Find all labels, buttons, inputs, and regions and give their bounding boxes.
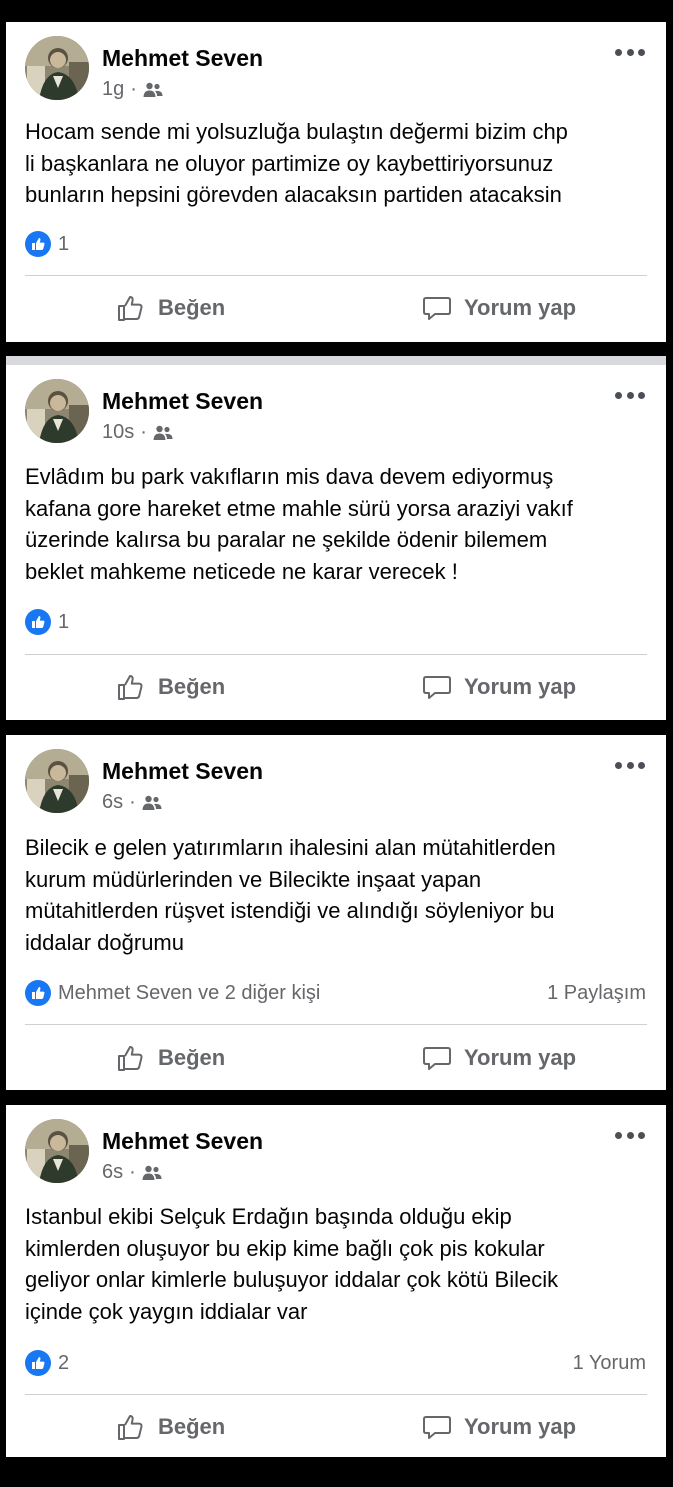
post-text: Hocam sende mi yolsuzluğa bulaştın değer… (25, 119, 568, 207)
more-options-icon[interactable] (615, 46, 645, 58)
reaction-count: 2 (58, 1351, 70, 1374)
like-button[interactable]: Beğen (116, 1036, 225, 1080)
comment-icon (423, 1416, 451, 1439)
post-meta: 6s · (102, 791, 162, 814)
post-header: Mehmet Seven 10s · (25, 379, 645, 445)
friends-icon (143, 82, 163, 97)
meta-separator: · (129, 1161, 136, 1183)
comment-label: Yorum yap (464, 295, 577, 320)
reactions-row: Mehmet Seven ve 2 diğer kişi 1 Paylaşım (25, 980, 646, 1006)
post-meta: 10s · (102, 421, 173, 444)
post-card: Mehmet Seven 6s · Bilecik e gelen yatırı… (6, 735, 666, 1090)
like-label: Beğen (158, 1414, 226, 1439)
reaction-summary[interactable]: Mehmet Seven ve 2 diğer kişi (25, 980, 320, 1006)
post-card: Mehmet Seven 1g · Hocam sende mi yolsuzl… (6, 22, 666, 342)
post-actions: Beğen Yorum yap (6, 286, 666, 330)
like-label: Beğen (158, 674, 226, 699)
comment-button[interactable]: Yorum yap (422, 1405, 576, 1449)
like-button[interactable]: Beğen (116, 1405, 225, 1449)
comment-button[interactable]: Yorum yap (422, 286, 576, 330)
reaction-summary[interactable]: 2 (25, 1350, 69, 1376)
reactions-row: 1 (25, 231, 646, 257)
post-time[interactable]: 6s (102, 791, 123, 814)
comment-button[interactable]: Yorum yap (422, 665, 576, 709)
reaction-count: 1 (58, 610, 70, 633)
reaction-right-text[interactable]: 1 Yorum (573, 1352, 646, 1375)
friends-icon (153, 425, 173, 440)
comment-button[interactable]: Yorum yap (422, 1036, 576, 1080)
post-time[interactable]: 6s (102, 1161, 123, 1184)
reactions-row: 2 1 Yorum (25, 1350, 646, 1376)
more-options-icon[interactable] (615, 1129, 645, 1141)
divider (25, 654, 647, 655)
post-time[interactable]: 1g (102, 78, 124, 101)
reaction-summary[interactable]: 1 (25, 609, 69, 635)
thumbs-up-icon (118, 1046, 143, 1071)
divider (25, 1024, 647, 1025)
reactions-row: 1 (25, 609, 646, 635)
like-reaction-icon (25, 609, 51, 635)
comment-label: Yorum yap (464, 1045, 577, 1070)
like-label: Beğen (158, 295, 226, 320)
author-name[interactable]: Mehmet Seven (102, 758, 263, 785)
comment-icon (423, 1047, 451, 1070)
post-header: Mehmet Seven 1g · (25, 36, 645, 102)
post-actions: Beğen Yorum yap (6, 1405, 666, 1449)
meta-separator: · (130, 78, 137, 100)
like-reaction-icon (25, 1350, 51, 1376)
feed-separator (6, 342, 666, 365)
divider (25, 275, 647, 276)
avatar[interactable] (25, 749, 89, 813)
more-options-icon[interactable] (615, 759, 645, 771)
comment-label: Yorum yap (464, 1414, 577, 1439)
post-header: Mehmet Seven 6s · (25, 749, 645, 815)
reaction-right-text[interactable]: 1 Paylaşım (547, 982, 646, 1005)
post-card: Mehmet Seven 6s · Istanbul ekibi Selçuk … (6, 1105, 666, 1457)
comment-icon (423, 297, 451, 320)
comment-label: Yorum yap (464, 674, 577, 699)
author-name[interactable]: Mehmet Seven (102, 388, 263, 415)
post-text: Evlâdım bu park vakıfların mis dava deve… (25, 464, 573, 584)
author-name[interactable]: Mehmet Seven (102, 1128, 263, 1155)
reaction-count: Mehmet Seven ve 2 diğer kişi (58, 981, 321, 1004)
friends-icon (142, 1165, 162, 1180)
post-meta: 6s · (102, 1161, 162, 1184)
reaction-count: 1 (58, 232, 70, 255)
avatar[interactable] (25, 379, 89, 443)
like-button[interactable]: Beğen (116, 286, 225, 330)
comment-icon (423, 676, 451, 699)
post-actions: Beğen Yorum yap (6, 1036, 666, 1080)
post-actions: Beğen Yorum yap (6, 665, 666, 709)
friends-icon (142, 795, 162, 810)
reaction-summary[interactable]: 1 (25, 231, 69, 257)
post-text: Bilecik e gelen yatırımların ihalesini a… (25, 835, 556, 955)
post-card: Mehmet Seven 10s · Evlâdım bu park vakıf… (6, 365, 666, 720)
author-name[interactable]: Mehmet Seven (102, 45, 263, 72)
like-reaction-icon (25, 231, 51, 257)
post-meta: 1g · (102, 78, 163, 101)
divider (25, 1394, 647, 1395)
post-text: Istanbul ekibi Selçuk Erdağın başında ol… (25, 1204, 559, 1324)
like-button[interactable]: Beğen (116, 665, 225, 709)
meta-separator: · (140, 421, 147, 443)
meta-separator: · (129, 791, 136, 813)
avatar[interactable] (25, 36, 89, 100)
avatar[interactable] (25, 1119, 89, 1183)
thumbs-up-icon (118, 675, 143, 700)
like-reaction-icon (25, 980, 51, 1006)
thumbs-up-icon (118, 296, 143, 321)
post-header: Mehmet Seven 6s · (25, 1119, 645, 1185)
post-time[interactable]: 10s (102, 421, 134, 444)
more-options-icon[interactable] (615, 389, 645, 401)
thumbs-up-icon (118, 1415, 143, 1440)
like-label: Beğen (158, 1045, 226, 1070)
